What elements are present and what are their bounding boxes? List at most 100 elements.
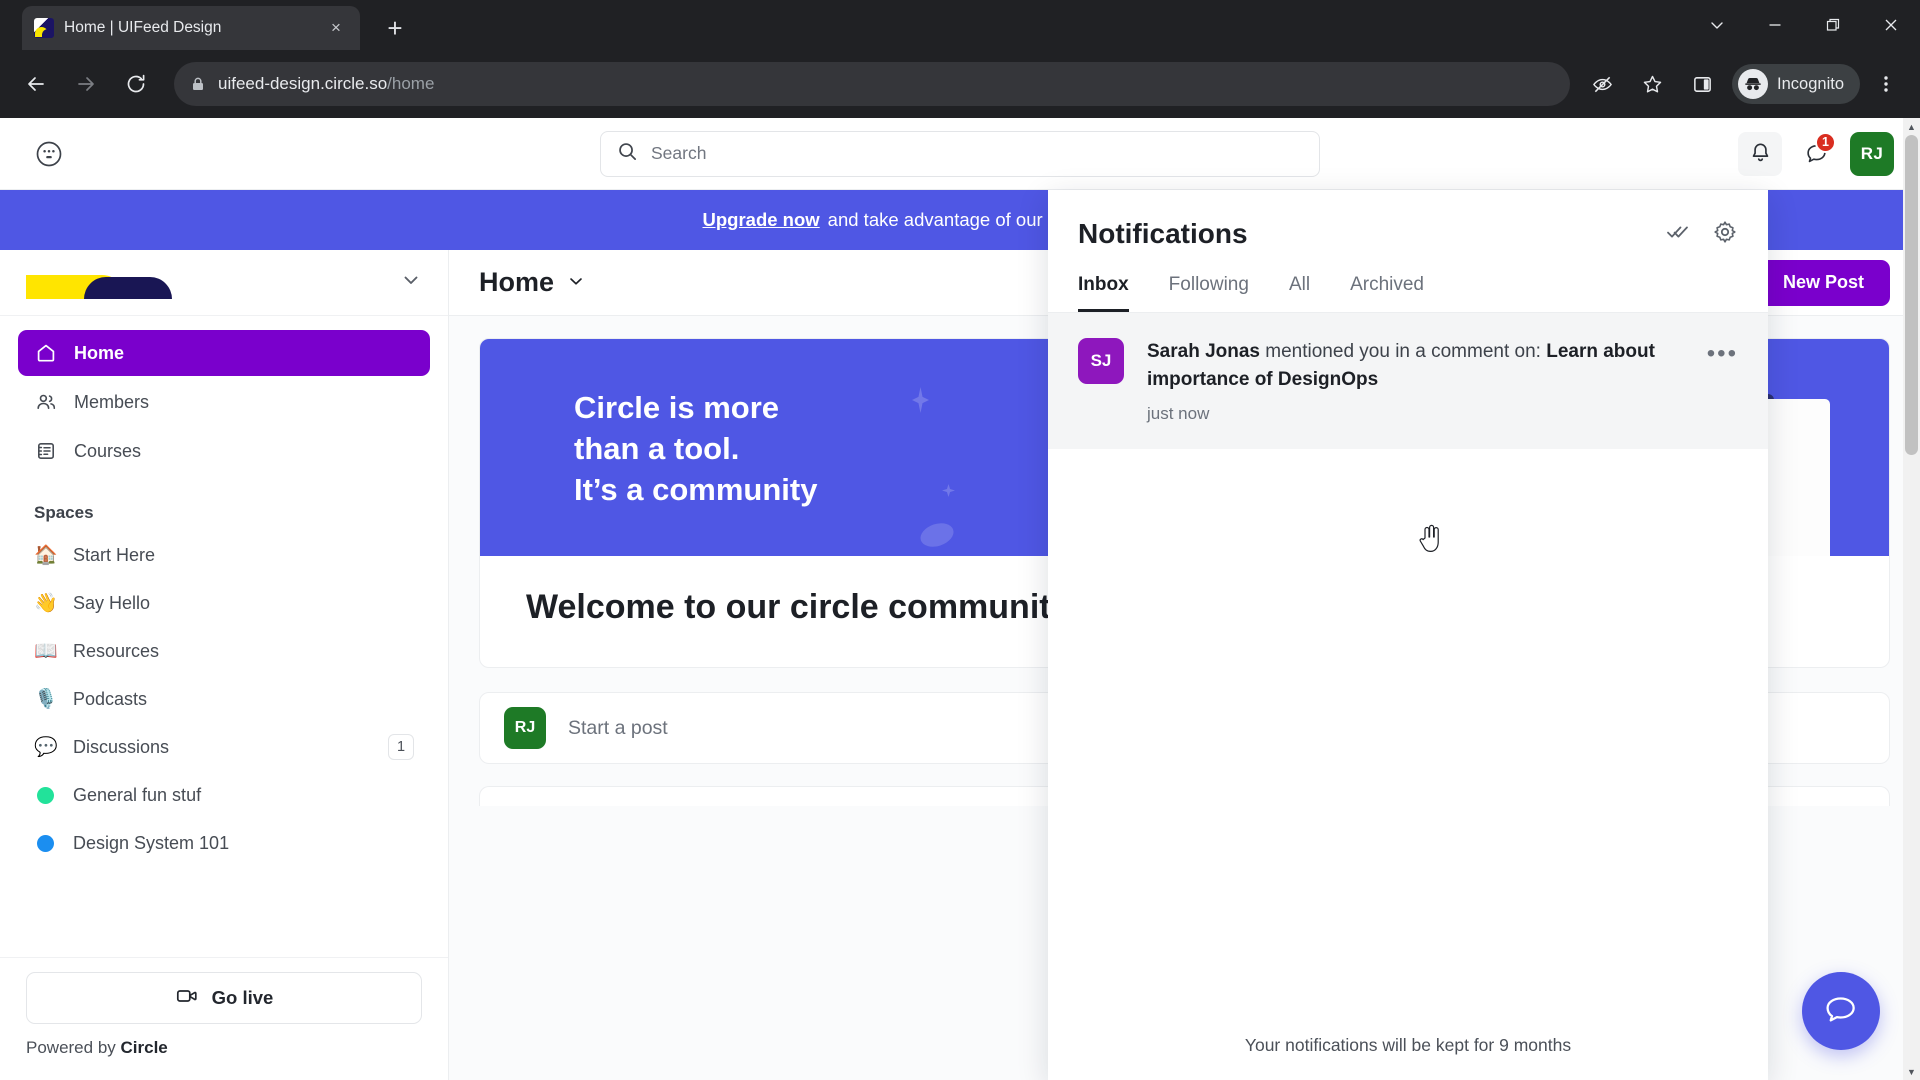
space-label: Design System 101 xyxy=(73,832,230,853)
search-container: Search xyxy=(600,130,1320,177)
avatar[interactable]: RJ xyxy=(1850,131,1894,176)
tab-all[interactable]: All xyxy=(1289,274,1310,312)
sidebar-item-home[interactable]: Home xyxy=(18,330,430,376)
open-book-icon: 📖 xyxy=(34,641,58,662)
sidebar-item-resources[interactable]: 📖 Resources xyxy=(0,627,448,675)
notification-body: Sarah Jonas mentioned you in a comment o… xyxy=(1147,338,1684,424)
new-post-button[interactable]: New Post xyxy=(1756,259,1890,306)
notifications-header: Notifications xyxy=(1048,190,1768,250)
sidebar-item-label: Home xyxy=(74,342,125,363)
minimize-icon[interactable] xyxy=(1746,0,1804,50)
sidebar-item-say-hello[interactable]: 👋 Say Hello xyxy=(0,579,448,627)
notifications-title: Notifications xyxy=(1078,218,1248,249)
space-label: Resources xyxy=(73,640,160,661)
space-label: Say Hello xyxy=(73,592,151,613)
notifications-panel: Notifications Inbox Following All Archiv… xyxy=(1048,190,1768,1080)
lock-icon xyxy=(190,76,206,92)
avatar: RJ xyxy=(504,707,546,749)
sidebar-item-podcasts[interactable]: 🎙️ Podcasts xyxy=(0,675,448,723)
sidebar-item-members[interactable]: Members xyxy=(18,379,430,425)
bookmark-star-icon[interactable] xyxy=(1630,62,1674,106)
video-camera-icon xyxy=(175,984,199,1013)
profile-label: Incognito xyxy=(1777,74,1844,93)
sidebar-item-courses[interactable]: Courses xyxy=(18,428,430,474)
hero-line-2: than a tool. xyxy=(574,431,740,467)
page-title[interactable]: Home xyxy=(479,267,586,298)
sidebar-item-label: Courses xyxy=(74,440,142,461)
tab-following[interactable]: Following xyxy=(1169,274,1249,312)
url-host: uifeed-design.circle.so xyxy=(218,74,388,93)
tab-title: Home | UIFeed Design xyxy=(64,19,222,36)
community-switcher[interactable] xyxy=(0,250,448,316)
community-logo xyxy=(26,267,172,299)
tab-inbox[interactable]: Inbox xyxy=(1078,274,1129,312)
primary-nav: Home Members Courses xyxy=(0,316,448,477)
apps-grid-icon[interactable] xyxy=(28,133,70,175)
browser-window: Home | UIFeed Design × + uifeed-design.c… xyxy=(0,0,1920,1080)
search-placeholder: Search xyxy=(651,143,707,163)
scrollbar-thumb[interactable] xyxy=(1905,135,1918,455)
profile-incognito-pill[interactable]: Incognito xyxy=(1732,64,1860,104)
maximize-icon[interactable] xyxy=(1804,0,1862,50)
scroll-up-arrow-icon[interactable]: ▲ xyxy=(1903,118,1920,135)
forward-button[interactable] xyxy=(64,62,108,106)
browser-tab-strip: Home | UIFeed Design × + xyxy=(0,0,1920,50)
start-a-post-placeholder: Start a post xyxy=(568,716,668,739)
sidebar-item-label: Members xyxy=(74,391,150,412)
home-icon xyxy=(34,341,58,365)
notifications-bell-icon[interactable] xyxy=(1738,131,1782,176)
url-text: uifeed-design.circle.so/home xyxy=(218,74,434,94)
chat-widget-button[interactable] xyxy=(1802,972,1880,1050)
notifications-tabs: Inbox Following All Archived xyxy=(1048,250,1768,313)
address-bar[interactable]: uifeed-design.circle.so/home xyxy=(174,62,1571,106)
go-live-label: Go live xyxy=(211,987,274,1008)
notification-more-icon[interactable]: ••• xyxy=(1707,338,1738,368)
close-window-icon[interactable] xyxy=(1862,0,1920,50)
space-label: Podcasts xyxy=(73,688,148,709)
sidebar-item-start-here[interactable]: 🏠 Start Here xyxy=(0,531,448,579)
mark-all-read-icon[interactable] xyxy=(1664,219,1690,250)
space-unread-count: 1 xyxy=(388,734,414,760)
speech-bubble-icon: 💬 xyxy=(34,737,58,758)
wave-hand-icon: 👋 xyxy=(34,593,58,614)
tracking-protection-icon[interactable] xyxy=(1580,62,1624,106)
sidebar: Home Members Courses Spaces 🏠 Start Here… xyxy=(0,250,449,1080)
chevron-down-icon[interactable] xyxy=(400,269,422,296)
incognito-icon xyxy=(1738,69,1769,99)
browser-menu-icon[interactable] xyxy=(1866,62,1906,106)
house-icon: 🏠 xyxy=(34,545,58,566)
messages-icon[interactable]: 1 xyxy=(1794,131,1838,176)
notification-item[interactable]: SJ Sarah Jonas mentioned you in a commen… xyxy=(1048,313,1768,450)
new-tab-button[interactable]: + xyxy=(378,11,412,45)
hero-line-1: Circle is more xyxy=(574,390,780,425)
sidebar-item-general-fun-stuf[interactable]: General fun stuf xyxy=(0,771,448,819)
side-panel-icon[interactable] xyxy=(1680,62,1724,106)
go-live-button[interactable]: Go live xyxy=(26,972,422,1024)
notification-text: Sarah Jonas mentioned you in a comment o… xyxy=(1147,338,1684,393)
browser-tab[interactable]: Home | UIFeed Design × xyxy=(22,6,360,50)
sidebar-item-design-system-101[interactable]: Design System 101 xyxy=(0,819,448,867)
courses-icon xyxy=(34,439,58,463)
close-tab-icon[interactable]: × xyxy=(324,16,348,40)
avatar: SJ xyxy=(1078,338,1124,384)
back-button[interactable] xyxy=(14,62,58,106)
chevron-down-icon[interactable] xyxy=(1688,0,1746,50)
notification-actor: Sarah Jonas xyxy=(1147,341,1260,362)
upgrade-now-link[interactable]: Upgrade now xyxy=(703,209,820,231)
gear-icon[interactable] xyxy=(1712,219,1738,250)
sidebar-item-discussions[interactable]: 💬 Discussions 1 xyxy=(0,723,448,771)
spaces-section-label: Spaces xyxy=(34,503,94,522)
search-input[interactable]: Search xyxy=(600,130,1320,177)
url-path: /home xyxy=(387,74,435,93)
tab-archived[interactable]: Archived xyxy=(1350,274,1424,312)
powered-brand: Circle xyxy=(120,1038,168,1057)
powered-prefix: Powered by xyxy=(26,1038,121,1057)
chevron-down-icon[interactable] xyxy=(566,267,586,298)
hero-text: Circle is more than a tool. It’s a commu… xyxy=(574,387,817,511)
scroll-down-arrow-icon[interactable]: ▼ xyxy=(1903,1063,1920,1080)
page-title-text: Home xyxy=(479,267,555,297)
decorative-blob xyxy=(917,519,957,551)
page-scrollbar[interactable]: ▲ ▼ xyxy=(1903,118,1920,1080)
reload-button[interactable] xyxy=(114,62,158,106)
